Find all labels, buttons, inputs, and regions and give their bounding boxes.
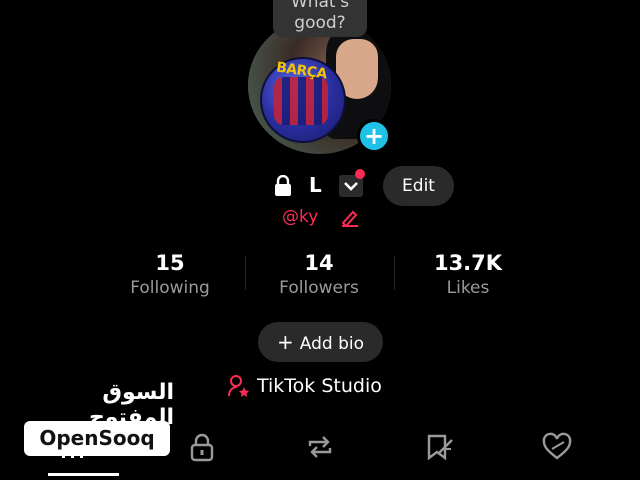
private-lock-icon bbox=[275, 175, 291, 196]
tiktok-studio-link[interactable]: TikTok Studio bbox=[257, 375, 382, 397]
add-avatar-button[interactable]: + bbox=[357, 119, 391, 153]
lock-icon[interactable] bbox=[187, 432, 217, 462]
edit-profile-button[interactable]: Edit bbox=[383, 166, 454, 206]
notification-dot bbox=[355, 169, 365, 179]
followers-label: Followers bbox=[279, 278, 359, 298]
followers-count: 14 bbox=[304, 251, 334, 275]
stat-likes[interactable]: 13.7K Likes bbox=[413, 250, 523, 300]
active-tab-indicator bbox=[48, 473, 119, 476]
add-bio-label: Add bio bbox=[299, 334, 364, 354]
following-count: 15 bbox=[155, 251, 185, 275]
likes-count: 13.7K bbox=[433, 251, 503, 275]
bookmark-icon[interactable] bbox=[425, 432, 455, 462]
add-bio-button[interactable]: + Add bio bbox=[258, 322, 383, 362]
likes-label: Likes bbox=[446, 278, 490, 298]
stat-divider bbox=[394, 256, 395, 290]
avatar-ball-stripes bbox=[274, 77, 328, 125]
stat-followers[interactable]: 14 Followers bbox=[264, 250, 374, 300]
plus-icon: + bbox=[363, 122, 385, 150]
profile-name: L bbox=[309, 173, 322, 197]
status-tooltip[interactable]: What's good? bbox=[273, 0, 367, 37]
stat-divider bbox=[245, 256, 246, 290]
pencil-icon[interactable] bbox=[340, 209, 360, 227]
watermark-brand-logo: OpenSooq bbox=[24, 421, 170, 456]
plus-icon: + bbox=[277, 330, 294, 354]
stat-following[interactable]: 15 Following bbox=[115, 250, 225, 300]
profile-handle[interactable]: @ky bbox=[282, 207, 318, 227]
studio-person-star-icon[interactable] bbox=[228, 374, 250, 398]
following-label: Following bbox=[130, 278, 210, 298]
grid-icon[interactable] bbox=[58, 444, 88, 458]
repost-icon[interactable] bbox=[305, 432, 335, 462]
heart-icon[interactable] bbox=[542, 432, 572, 462]
